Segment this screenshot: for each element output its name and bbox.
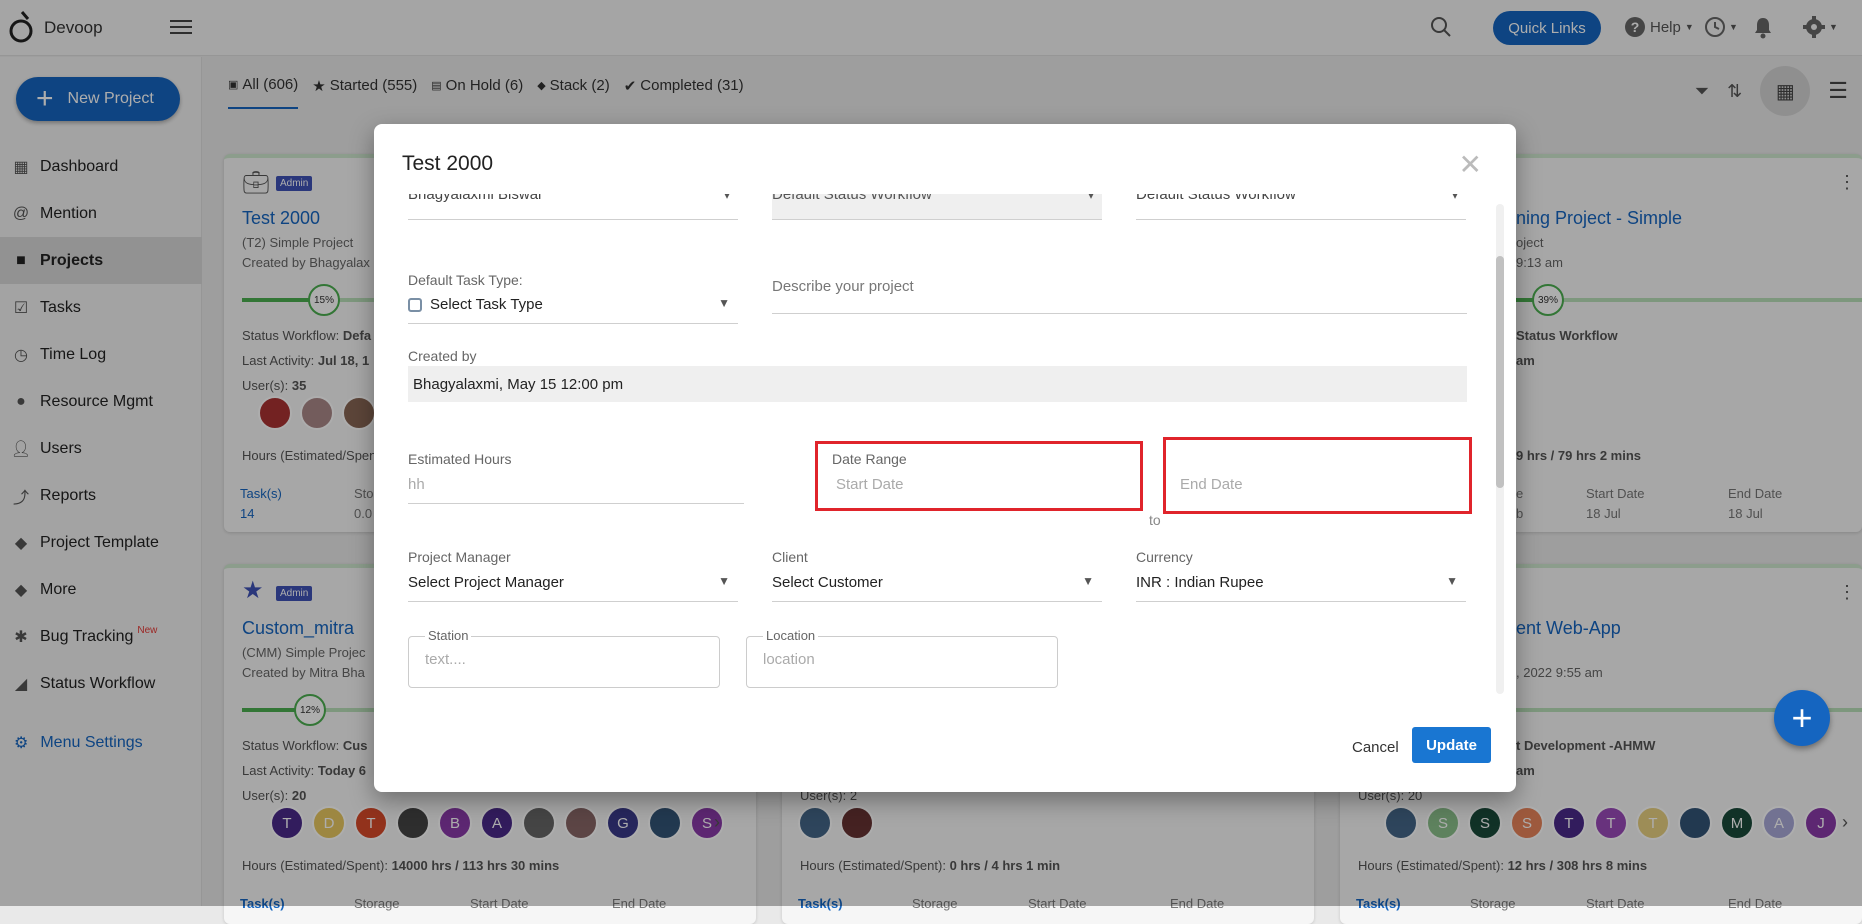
currency-value: INR : Indian Rupee (1136, 574, 1264, 591)
station-label: Station (425, 628, 472, 643)
currency-label: Currency (1136, 549, 1193, 565)
chevron-down-icon: ▼ (1082, 574, 1094, 588)
modal-scrollbar[interactable] (1496, 204, 1504, 694)
start-date-input[interactable]: Start Date (836, 472, 1126, 502)
station-input[interactable]: Station text.... (408, 628, 720, 688)
project-description-input[interactable]: Describe your project (772, 278, 1467, 314)
estimated-hours-input[interactable]: hh (408, 474, 744, 504)
edit-project-modal: Test 2000 ✕ Bhagyalaxmi Biswal ▾ Default… (374, 124, 1516, 792)
end-date-placeholder: End Date (1180, 476, 1243, 493)
modal-title: Test 2000 (402, 152, 494, 175)
created-by-label: Created by (408, 348, 477, 364)
created-by-value: Bhagyalaxmi, May 15 12:00 pm (408, 366, 1467, 402)
workflow-value: Default Status Workflow (772, 194, 932, 203)
checkbox-icon (408, 298, 422, 312)
date-range-label: Date Range (832, 451, 907, 467)
chevron-down-icon: ▾ (1451, 194, 1458, 202)
owner-value: Bhagyalaxmi Biswal (408, 194, 542, 203)
to-separator: to (1149, 512, 1161, 528)
end-date-input[interactable]: End Date (1180, 472, 1456, 502)
chevron-down-icon: ▼ (1446, 574, 1458, 588)
workflow-value: Default Status Workflow (1136, 194, 1296, 203)
chevron-down-icon: ▾ (723, 194, 730, 202)
location-input[interactable]: Location location (746, 628, 1058, 688)
modal-body: Bhagyalaxmi Biswal ▾ Default Status Work… (374, 194, 1516, 716)
update-button[interactable]: Update (1412, 727, 1491, 763)
task-workflow-select[interactable]: Default Status Workflow ▾ (1136, 194, 1466, 220)
currency-select[interactable]: INR : Indian Rupee ▼ (1136, 570, 1466, 602)
chevron-down-icon: ▼ (718, 296, 730, 310)
hours-placeholder: hh (408, 476, 425, 493)
close-icon[interactable]: ✕ (1459, 148, 1482, 181)
description-placeholder: Describe your project (772, 278, 914, 295)
client-label: Client (772, 549, 808, 565)
chevron-down-icon: ▾ (1087, 194, 1094, 202)
owner-select[interactable]: Bhagyalaxmi Biswal ▾ (408, 194, 738, 220)
client-value: Select Customer (772, 574, 883, 591)
status-workflow-select: Default Status Workflow ▾ (772, 194, 1102, 220)
task-type-value: Select Task Type (430, 296, 543, 313)
chevron-down-icon: ▼ (718, 574, 730, 588)
project-manager-value: Select Project Manager (408, 574, 564, 591)
location-label: Location (763, 628, 819, 643)
estimated-hours-label: Estimated Hours (408, 451, 512, 467)
location-placeholder: location (763, 651, 815, 668)
task-type-select[interactable]: Select Task Type ▼ (408, 292, 738, 324)
floating-add-button[interactable]: + (1774, 690, 1830, 746)
start-date-placeholder: Start Date (836, 476, 904, 493)
project-manager-select[interactable]: Select Project Manager ▼ (408, 570, 738, 602)
plus-icon: + (1791, 697, 1813, 738)
cancel-button[interactable]: Cancel (1344, 731, 1407, 764)
station-placeholder: text.... (425, 651, 466, 668)
client-select[interactable]: Select Customer ▼ (772, 570, 1102, 602)
project-manager-label: Project Manager (408, 549, 511, 565)
scrollbar-thumb[interactable] (1496, 256, 1504, 488)
task-type-label: Default Task Type: (408, 272, 523, 288)
